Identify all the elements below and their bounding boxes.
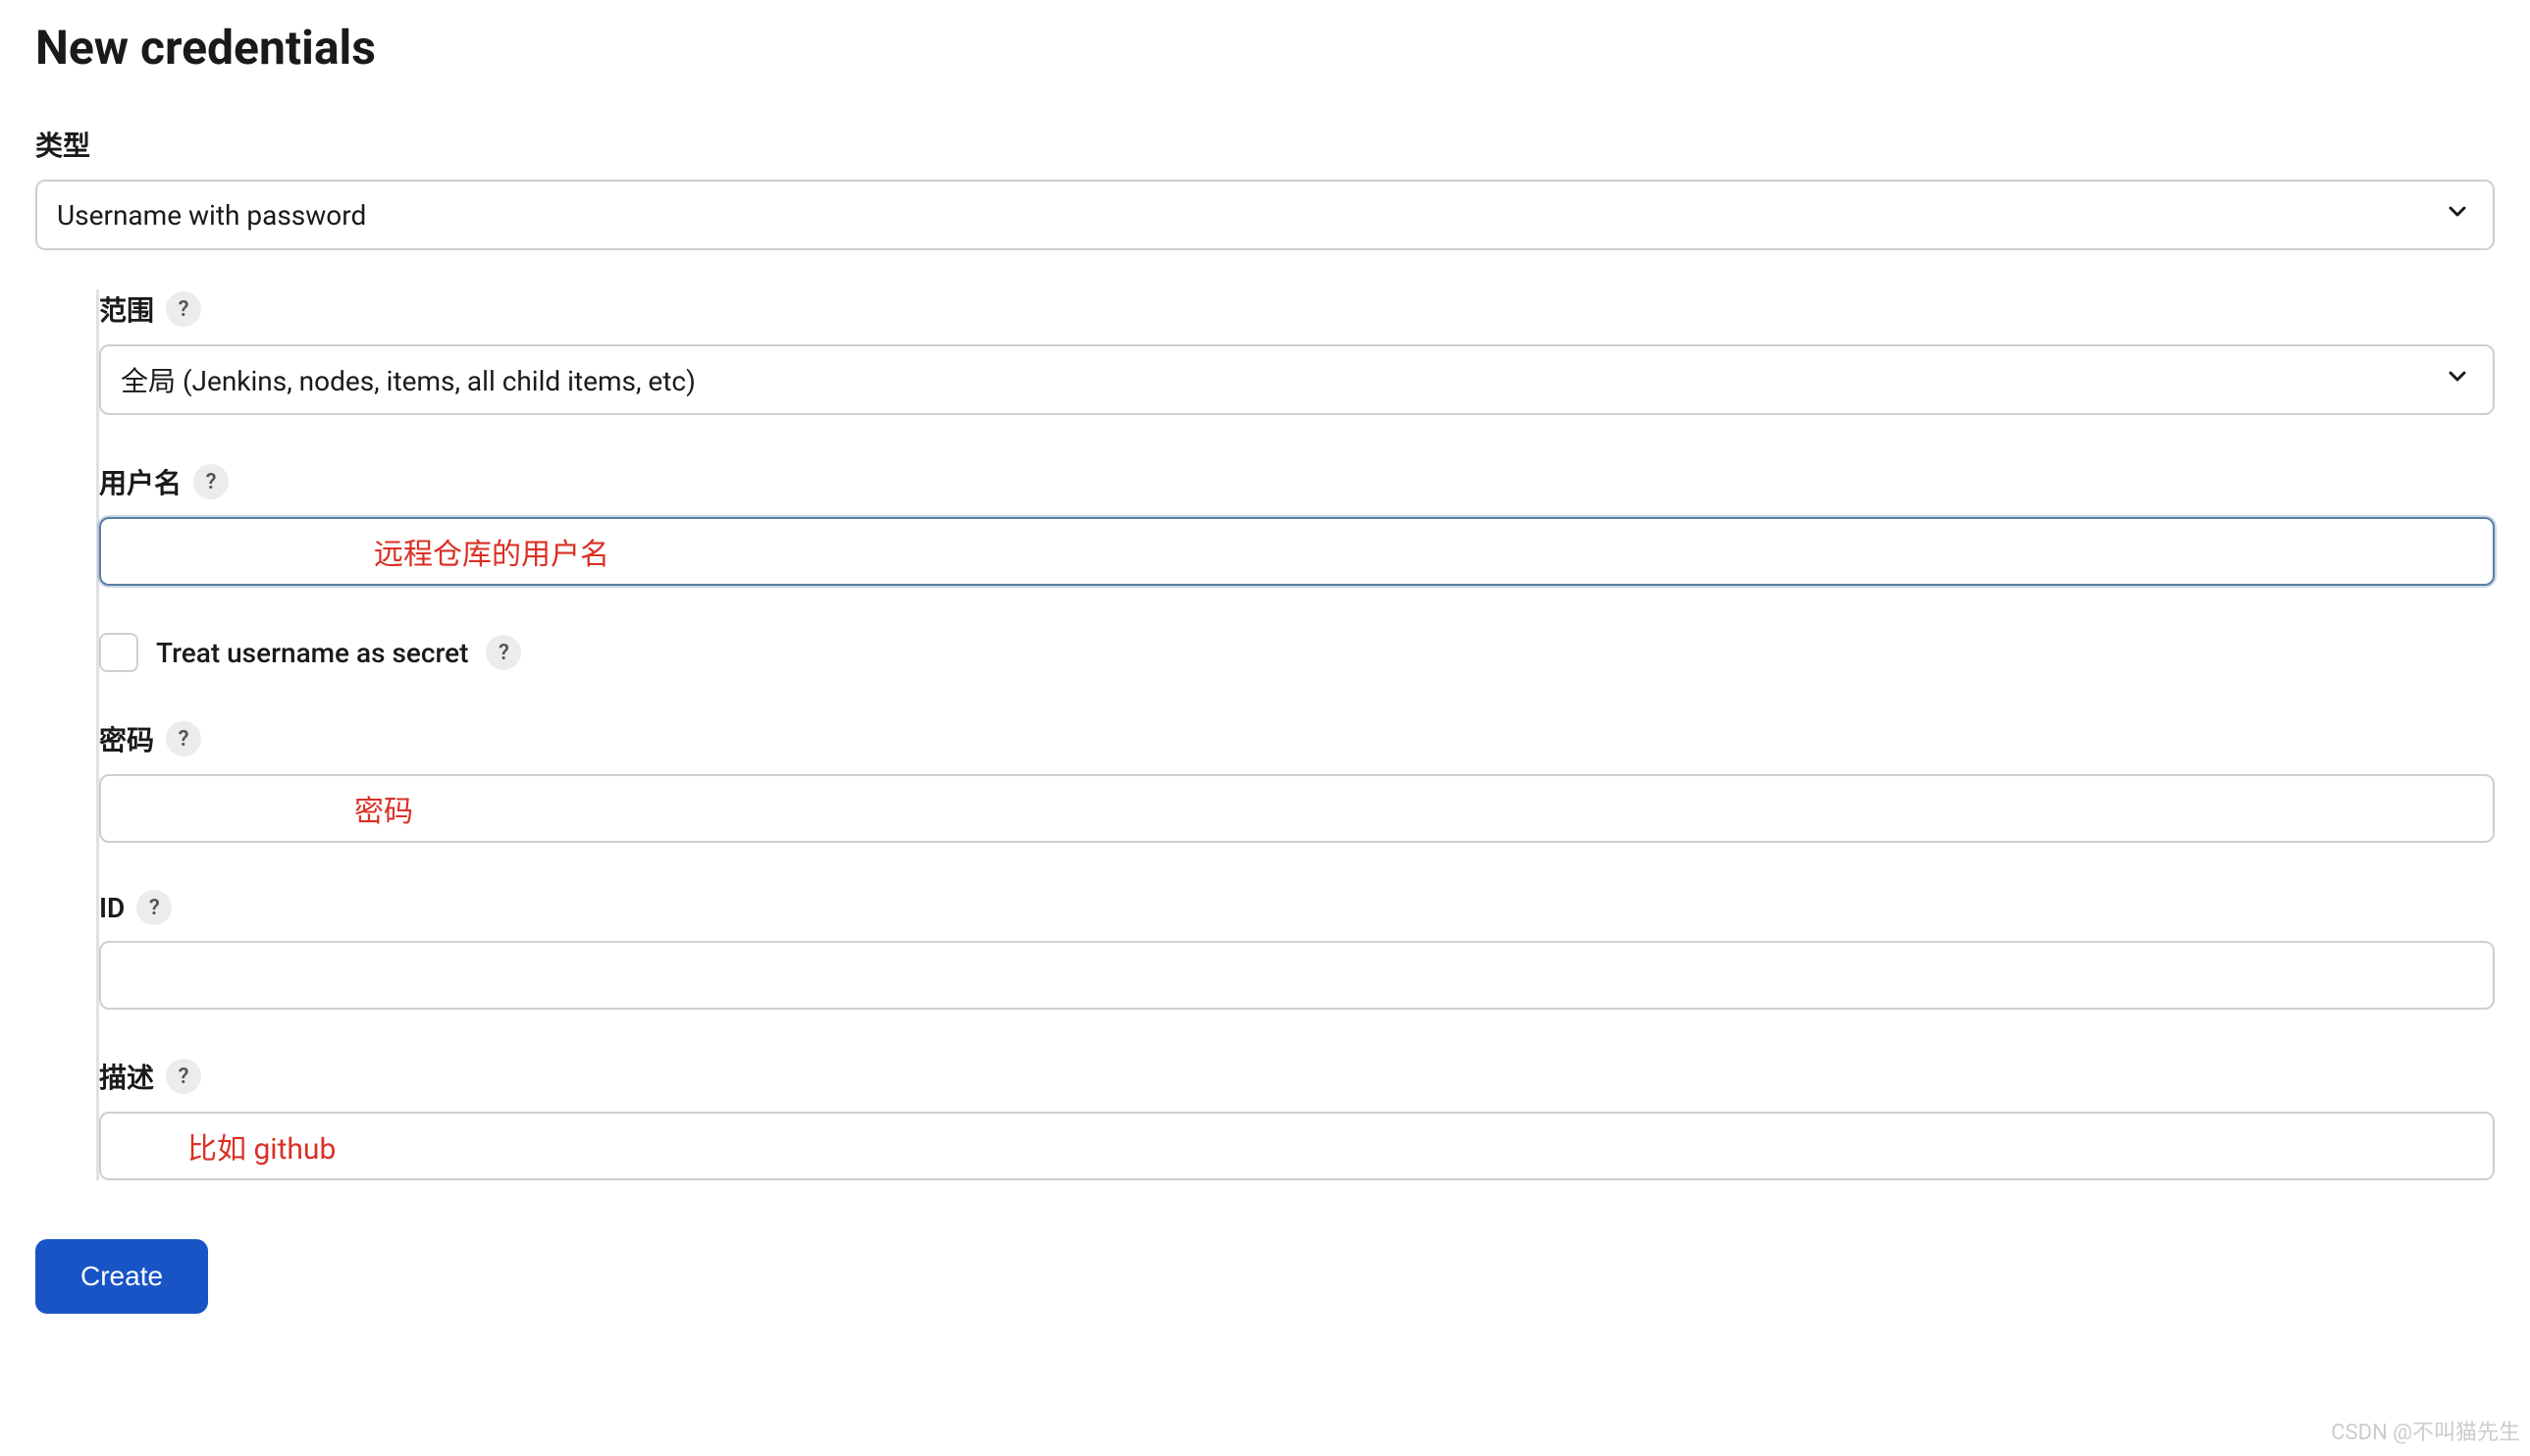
description-field-group: 描述 ? 比如 github	[99, 1057, 2495, 1180]
treat-secret-checkbox[interactable]	[99, 633, 138, 672]
scope-select[interactable]: 全局 (Jenkins, nodes, items, all child ite…	[99, 344, 2495, 415]
description-input[interactable]	[99, 1112, 2495, 1180]
watermark: CSDN @不叫猫先生	[2331, 1415, 2520, 1446]
help-icon[interactable]: ?	[166, 1059, 201, 1094]
credentials-form: 类型 Username with password 范围 ? 全局 (Jenki…	[35, 125, 2495, 1180]
help-icon[interactable]: ?	[486, 635, 521, 670]
id-label: ID	[99, 892, 125, 924]
type-field-group: 类型 Username with password	[35, 125, 2495, 250]
password-label: 密码	[99, 719, 154, 758]
type-label: 类型	[35, 125, 2495, 164]
scope-field-group: 范围 ? 全局 (Jenkins, nodes, items, all chil…	[99, 289, 2495, 415]
indented-section: 范围 ? 全局 (Jenkins, nodes, items, all chil…	[96, 289, 2495, 1180]
help-icon[interactable]: ?	[166, 291, 201, 327]
scope-select-value: 全局 (Jenkins, nodes, items, all child ite…	[121, 360, 696, 399]
id-input[interactable]	[99, 941, 2495, 1010]
scope-label: 范围	[99, 289, 154, 329]
treat-secret-label: Treat username as secret	[156, 637, 468, 669]
password-input[interactable]	[99, 774, 2495, 843]
treat-secret-row: Treat username as secret ?	[99, 633, 2495, 672]
create-button[interactable]: Create	[35, 1239, 208, 1314]
description-label: 描述	[99, 1057, 154, 1096]
scope-select-wrapper: 全局 (Jenkins, nodes, items, all child ite…	[99, 344, 2495, 415]
id-field-group: ID ?	[99, 890, 2495, 1010]
username-label: 用户名	[99, 462, 182, 501]
type-select-value: Username with password	[57, 199, 366, 232]
help-icon[interactable]: ?	[136, 890, 172, 925]
help-icon[interactable]: ?	[166, 721, 201, 756]
type-select[interactable]: Username with password	[35, 180, 2495, 250]
username-input[interactable]	[99, 517, 2495, 586]
password-field-group: 密码 ? 密码	[99, 719, 2495, 843]
help-icon[interactable]: ?	[193, 464, 229, 499]
username-field-group: 用户名 ? 远程仓库的用户名	[99, 462, 2495, 586]
page-title: New credentials	[35, 20, 2510, 76]
type-select-wrapper: Username with password	[35, 180, 2495, 250]
